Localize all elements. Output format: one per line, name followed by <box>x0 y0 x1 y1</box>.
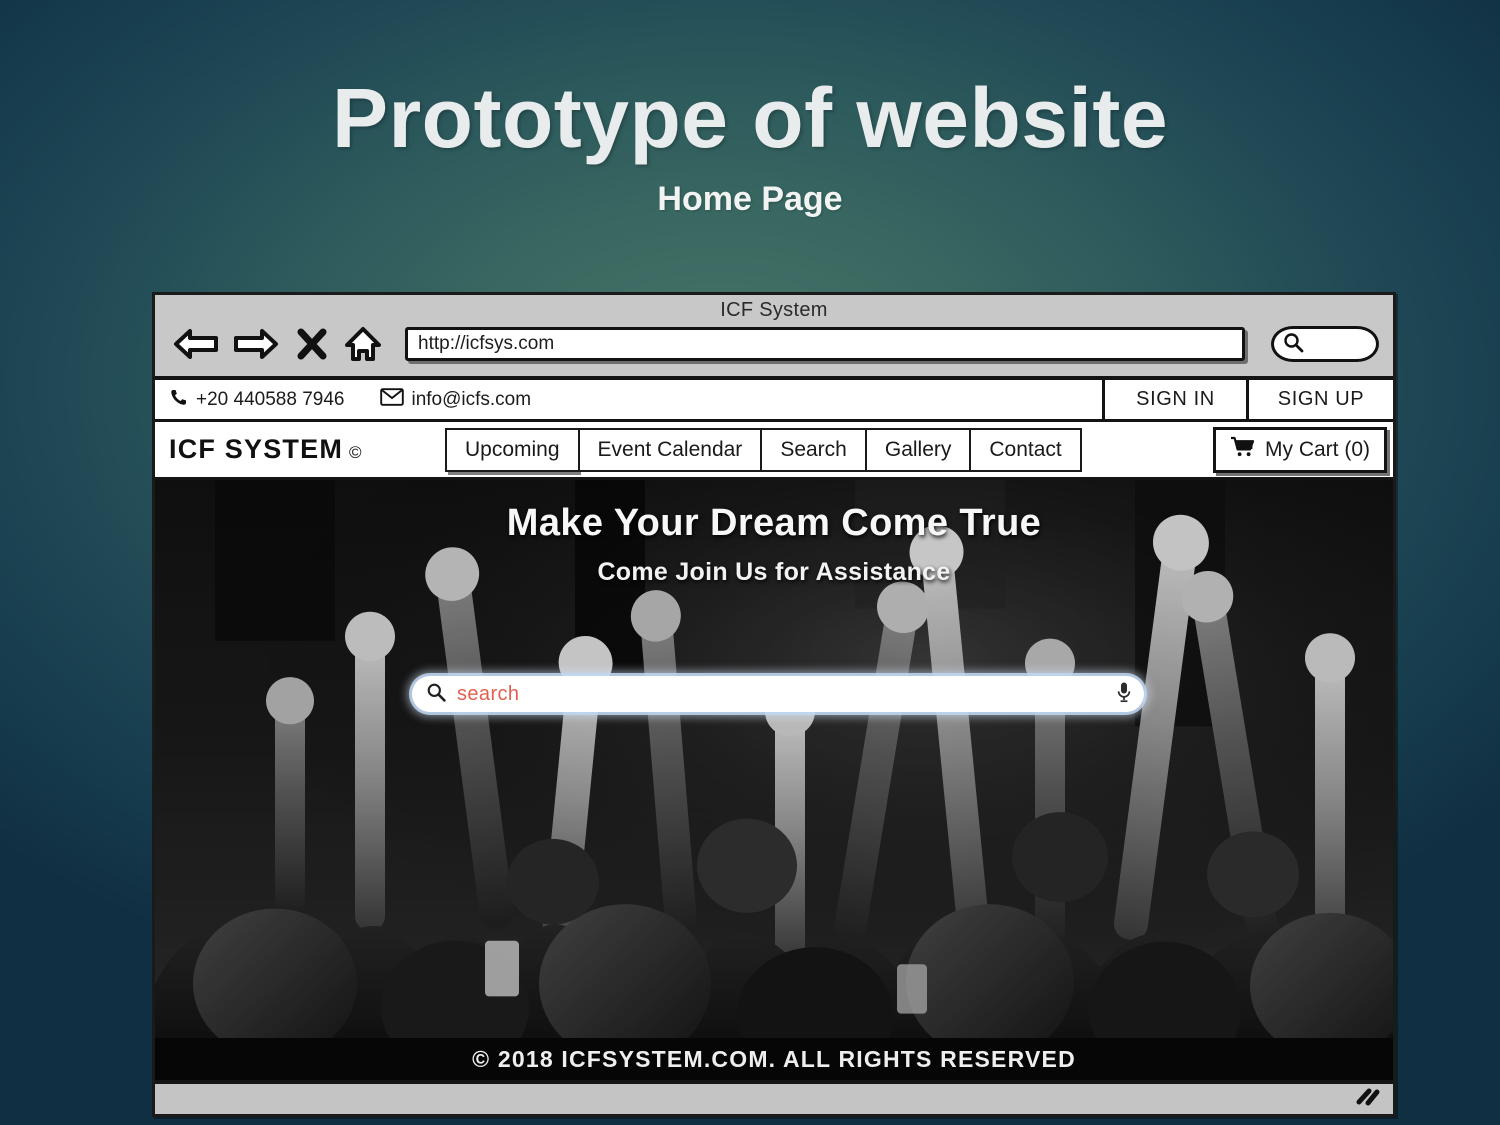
nav-tab-contact[interactable]: Contact <box>969 427 1082 472</box>
nav-tab-gallery[interactable]: Gallery <box>864 427 970 472</box>
envelope-icon <box>380 387 405 412</box>
copyright-icon: © <box>349 443 362 462</box>
page-title: Prototype of website <box>331 71 1169 165</box>
url-input[interactable]: http://icfsys.com <box>405 327 1245 361</box>
hero-copy: Make Your Dream Come True Come Join Us f… <box>155 502 1393 587</box>
browser-toolbar: http://icfsys.com <box>155 324 1393 374</box>
back-arrow-icon[interactable] <box>173 327 219 361</box>
search-icon <box>1282 331 1304 358</box>
browser-window-title: ICF System <box>720 299 828 321</box>
phone-number: +20 440588 7946 <box>196 388 345 410</box>
email-address: info@icfs.com <box>411 388 532 410</box>
browser-status-bar <box>155 1080 1393 1114</box>
contact-info-group: +20 440588 7946 info@icfs.com <box>155 380 1105 419</box>
phone-contact[interactable]: +20 440588 7946 <box>169 387 344 413</box>
page-subtitle: Home Page <box>657 180 843 219</box>
email-contact[interactable]: info@icfs.com <box>380 387 532 412</box>
my-cart-button[interactable]: My Cart (0) <box>1213 426 1387 473</box>
top-contact-bar: +20 440588 7946 info@icfs.com SIGN IN SI… <box>155 380 1393 422</box>
forward-arrow-icon[interactable] <box>233 327 279 361</box>
nav-tab-group: Upcoming Event Calendar Search Gallery C… <box>445 427 1205 472</box>
nav-tab-event-calendar[interactable]: Event Calendar <box>577 427 761 472</box>
site-logo[interactable]: ICF SYSTEM © <box>169 434 445 465</box>
sign-up-button[interactable]: SIGN UP <box>1249 380 1393 419</box>
browser-window-mockup: ICF System http://icfsys.com +20 440588 … <box>152 292 1396 1117</box>
hero-section: Make Your Dream Come True Come Join Us f… <box>155 480 1393 1080</box>
url-value: http://icfsys.com <box>418 333 555 354</box>
nav-tab-search[interactable]: Search <box>760 427 865 472</box>
site-logo-text: ICF SYSTEM <box>169 434 344 464</box>
search-icon <box>426 682 446 707</box>
shopping-cart-icon <box>1230 436 1256 464</box>
hero-subheadline: Come Join Us for Assistance <box>597 558 951 586</box>
browser-search-box[interactable] <box>1271 326 1379 362</box>
resize-grip-icon[interactable] <box>1355 1087 1381 1112</box>
slide-title-block: Prototype of website Home Page <box>0 74 1500 219</box>
hero-search-input[interactable]: search <box>457 683 1116 706</box>
sign-in-button[interactable]: SIGN IN <box>1105 380 1249 419</box>
site-footer: © 2018 ICFSYSTEM.COM. ALL RIGHTS RESERVE… <box>155 1038 1393 1080</box>
phone-icon <box>169 387 189 413</box>
home-icon[interactable] <box>343 326 383 362</box>
slide-background: Prototype of website Home Page ICF Syste… <box>0 0 1500 1125</box>
my-cart-label: My Cart (0) <box>1265 437 1370 461</box>
close-x-icon[interactable] <box>297 328 327 360</box>
browser-chrome: ICF System http://icfsys.com <box>155 295 1393 380</box>
site-navigation-bar: ICF SYSTEM © Upcoming Event Calendar Sea… <box>155 422 1393 480</box>
nav-tab-upcoming[interactable]: Upcoming <box>445 427 578 472</box>
hero-search-bar[interactable]: search <box>412 676 1144 712</box>
hero-headline: Make Your Dream Come True <box>506 502 1042 544</box>
microphone-icon[interactable] <box>1116 681 1132 708</box>
